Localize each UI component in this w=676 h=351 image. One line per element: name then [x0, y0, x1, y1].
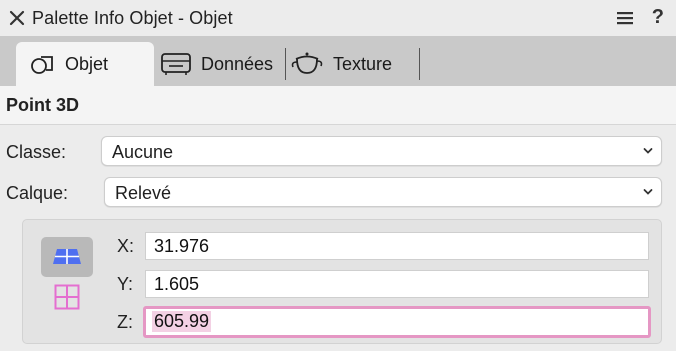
tab-strip: Objet Données Texture [0, 36, 676, 86]
section-header: Point 3D [0, 86, 676, 125]
hamburger-menu-icon[interactable] [616, 10, 634, 26]
x-value: 31.976 [154, 236, 210, 256]
object-info-palette: Palette Info Objet - Objet ? Objet Donné… [0, 0, 676, 351]
calque-row: Calque: Relevé [0, 171, 676, 215]
x-field[interactable]: 31.976 [145, 232, 649, 260]
title-bar: Palette Info Objet - Objet ? [0, 0, 676, 36]
tab-texture-label: Texture [333, 53, 393, 74]
data-icon [161, 53, 191, 75]
calque-select[interactable]: Relevé [104, 177, 662, 207]
section-title: Point 3D [6, 95, 80, 115]
screen-plane-icon[interactable] [54, 284, 80, 310]
tab-objet-label: Objet [65, 53, 109, 74]
tab-texture[interactable]: Texture [290, 42, 392, 86]
3d-plane-icon [53, 249, 81, 264]
classe-row: Classe: Aucune [0, 130, 676, 174]
calque-value: Relevé [115, 183, 172, 203]
tab-donnees[interactable]: Données [160, 42, 273, 86]
chevron-down-icon [643, 189, 653, 195]
z-field[interactable]: 605.99 [143, 306, 651, 338]
tab-divider [285, 48, 286, 80]
tab-divider [419, 48, 420, 80]
plane-mode-button[interactable] [41, 237, 93, 277]
close-icon[interactable] [8, 9, 26, 27]
classe-select[interactable]: Aucune [101, 136, 662, 166]
classe-value: Aucune [112, 142, 174, 162]
object-icon [31, 56, 53, 74]
x-label: X: [117, 236, 135, 256]
y-label: Y: [117, 274, 134, 294]
help-icon[interactable]: ? [652, 6, 664, 29]
z-value: 605.99 [152, 311, 212, 332]
y-field[interactable]: 1.605 [145, 270, 649, 298]
window-title: Palette Info Objet - Objet [32, 8, 233, 28]
tab-donnees-label: Données [201, 53, 274, 74]
classe-label: Classe: [6, 142, 67, 162]
calque-label: Calque: [6, 183, 69, 203]
tab-objet[interactable]: Objet [16, 42, 154, 86]
y-value: 1.605 [154, 274, 200, 294]
chevron-down-icon [643, 148, 653, 154]
coordinates-panel: X: 31.976 Y: 1.605 Z: 605.99 [22, 219, 662, 344]
z-label: Z: [117, 312, 133, 332]
teapot-texture-icon [291, 52, 323, 74]
